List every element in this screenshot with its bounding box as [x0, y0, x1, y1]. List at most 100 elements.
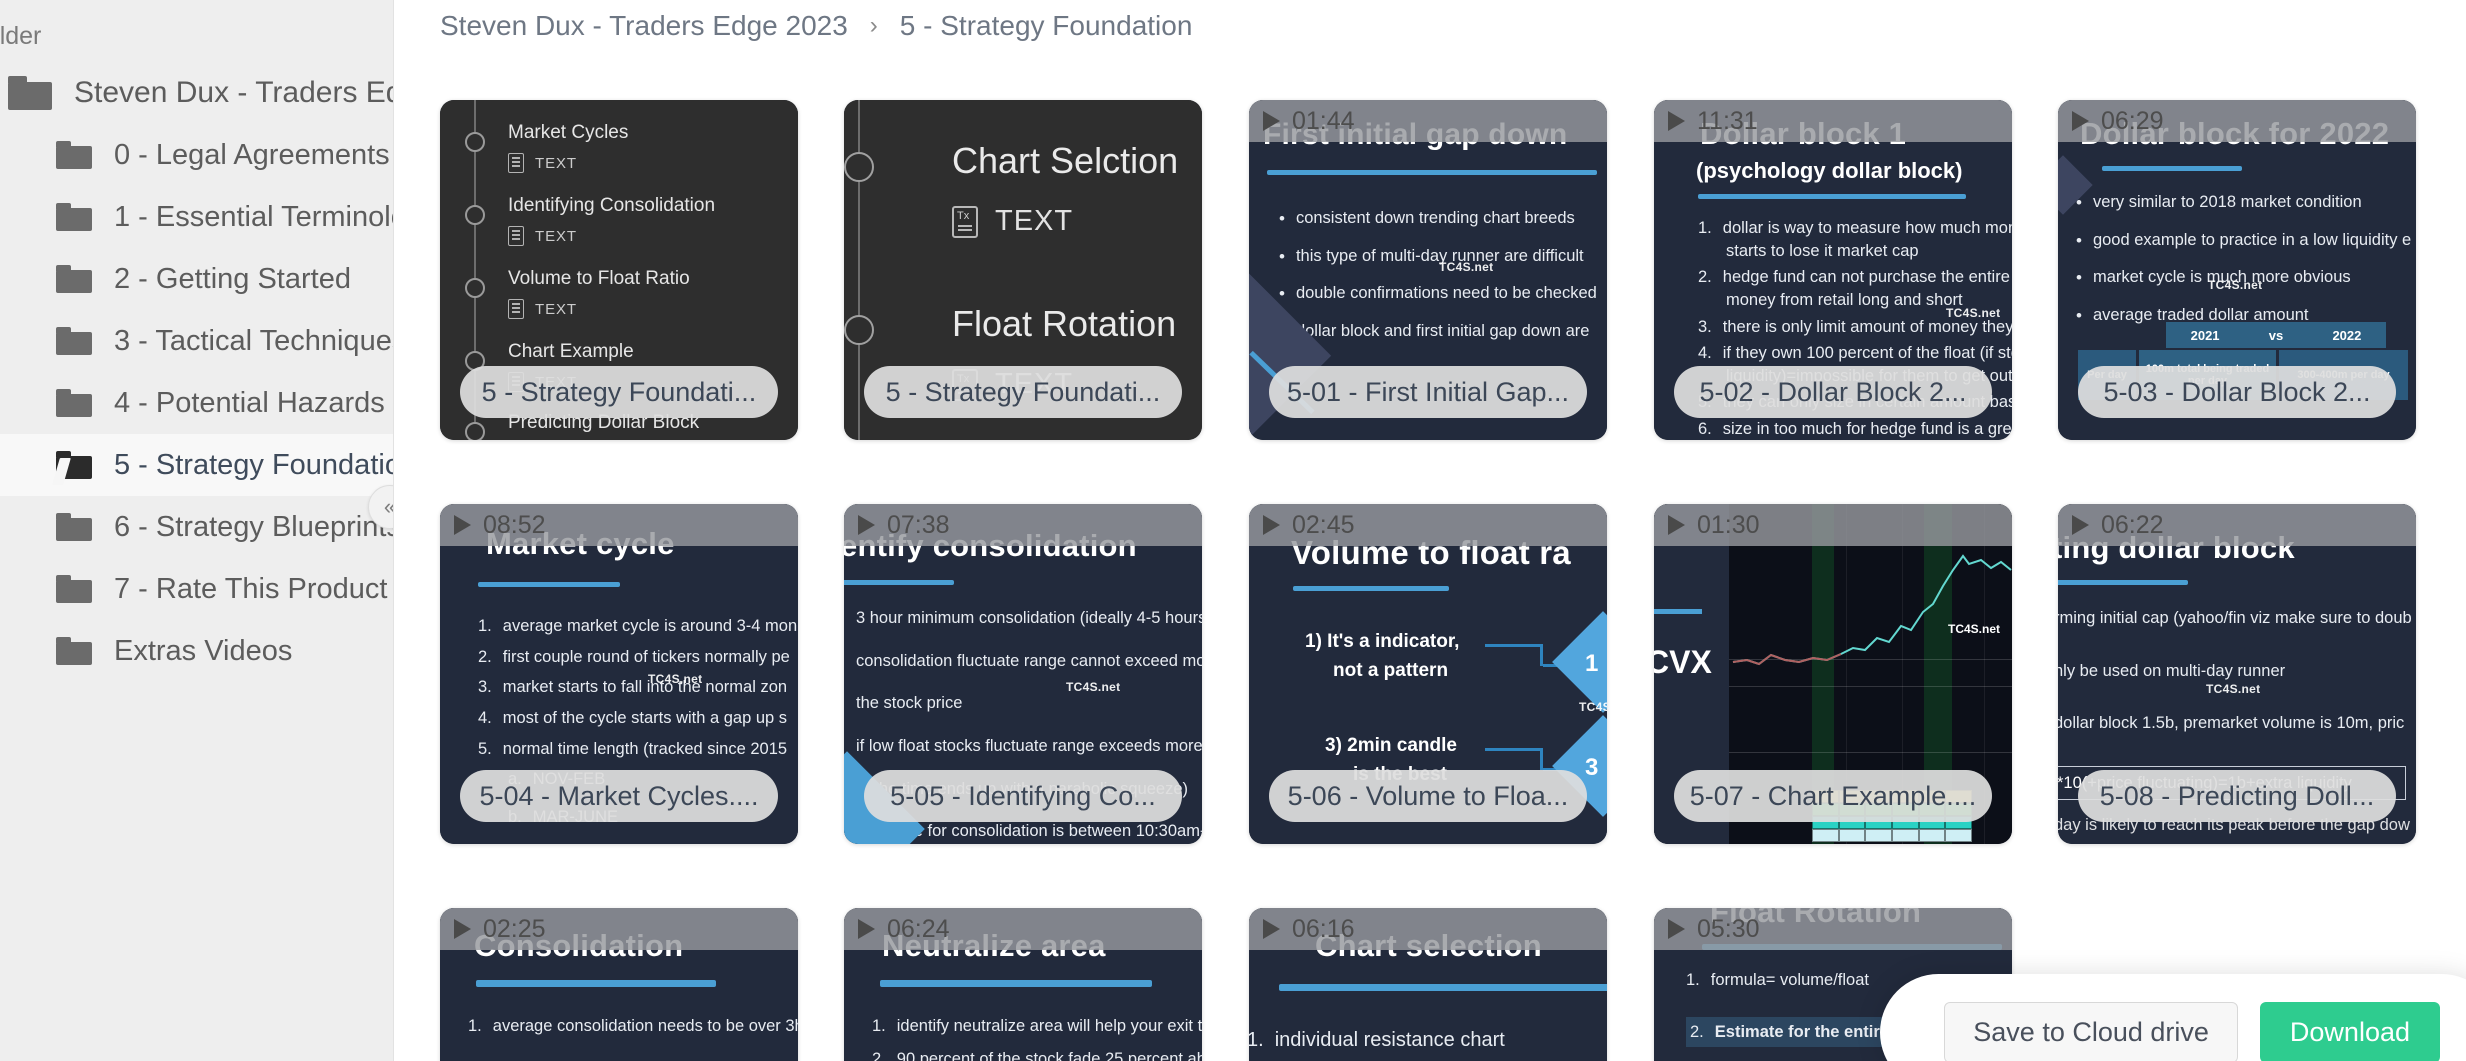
file-card-strategy-foundation-outline[interactable]: Market Cycles TEXT Identifying Consolida…	[440, 100, 798, 440]
file-grid: Market Cycles TEXT Identifying Consolida…	[394, 64, 2466, 1061]
duration-overlay: 08:52	[440, 504, 798, 546]
play-icon	[1668, 515, 1685, 535]
text-entry-title: Chart Selction	[952, 140, 1179, 181]
slide-rule	[1698, 194, 1966, 199]
document-icon	[508, 299, 524, 319]
sidebar-item-4-potential-hazards[interactable]: 4 - Potential Hazards to A	[0, 372, 393, 434]
video-card-consolidation[interactable]: Consolidation 1.average consolidation ne…	[440, 908, 798, 1061]
card-title-pill: 5 - Strategy Foundati...	[460, 366, 778, 418]
duration-overlay: 05:30	[1654, 908, 2012, 950]
play-icon	[454, 919, 471, 939]
card-title-pill: 5 - Strategy Foundati...	[864, 366, 1182, 418]
video-card-5-08-predicting-dollar-block[interactable]: ting dollar block rming initial cap (yah…	[2058, 504, 2416, 844]
folder-icon	[56, 637, 92, 665]
duration-overlay: 02:45	[1249, 504, 1607, 546]
slide-bullet: the stock price	[856, 694, 963, 713]
save-to-cloud-drive-button[interactable]: Save to Cloud drive	[1944, 1002, 2238, 1061]
slide-rule	[1279, 984, 1607, 991]
slide-number-list: 1. individual resistance chart	[1249, 1028, 1505, 1061]
slide-rule	[2058, 580, 2188, 585]
duration-label: 11:31	[1697, 106, 1758, 135]
video-card-5-04-market-cycles[interactable]: Market cycle 1.average market cycle is a…	[440, 504, 798, 844]
folder-icon	[8, 76, 52, 110]
file-browser-app: d folder Steven Dux - Traders Edge 20 0 …	[0, 0, 2466, 1061]
video-card-5-03-dollar-block-2022[interactable]: Dollar block for 2022 •very similar to 2…	[2058, 100, 2416, 440]
slide-bullet: consolidation fluctuate range cannot exc…	[856, 651, 1202, 670]
file-card-strategy-foundation-text[interactable]: Chart Selction TEXT Float Rotation TEXT	[844, 100, 1202, 440]
sidebar-item-1-essential-terminology[interactable]: 1 - Essential Terminology	[0, 186, 393, 248]
sidebar-item-label: 5 - Strategy Foundation	[114, 448, 394, 481]
sidebar-item-0-legal-agreements[interactable]: 0 - Legal Agreements	[0, 124, 393, 186]
card-title-pill: 5-06 - Volume to Floa...	[1269, 770, 1587, 822]
download-button[interactable]: Download	[2259, 1002, 2440, 1061]
slide-rule	[2102, 166, 2242, 171]
card-title-pill: 5-02 - Dollar Block 2...	[1674, 366, 1992, 418]
slide-rule	[1293, 586, 1449, 591]
sidebar-item-label: Steven Dux - Traders Edge 20	[74, 76, 393, 109]
breadcrumb-parent[interactable]: Steven Dux - Traders Edge 2023	[440, 10, 848, 42]
folder-open-icon	[52, 451, 92, 485]
video-card-5-02-dollar-block[interactable]: Dollar block 1 (psychology dollar block)…	[1654, 100, 2012, 440]
duration-overlay: 02:25	[440, 908, 798, 950]
video-card-5-06-volume-to-float[interactable]: Volume to float ra 1) It's a indicator, …	[1249, 504, 1607, 844]
slide-rule	[844, 580, 954, 585]
slide-bullet: 1. identify neutralize area will help you…	[872, 1017, 1202, 1035]
table-row	[1812, 829, 1973, 842]
card-title-pill: 5-07 - Chart Example....	[1674, 770, 1992, 822]
sidebar-item-root-folder[interactable]: Steven Dux - Traders Edge 20	[0, 62, 393, 124]
chevron-double-left-icon: «	[384, 494, 393, 520]
play-icon	[858, 515, 875, 535]
sidebar-item-3-tactical-techniques[interactable]: 3 - Tactical Techniques	[0, 310, 394, 372]
slide-rule	[1267, 170, 1597, 175]
duration-label: 02:45	[1292, 510, 1355, 539]
play-icon	[2072, 111, 2089, 131]
sidebar-item-label: 1 - Essential Terminology	[114, 200, 393, 233]
slide-bullet: • good example to practice in a low liqui…	[2076, 230, 2412, 250]
play-icon	[1263, 515, 1280, 535]
play-icon	[454, 515, 471, 535]
watermark: TC4S.net	[1439, 260, 1494, 274]
video-card-5-05-identifying-consolidation[interactable]: entify consolidation 3 hour minimum cons…	[844, 504, 1202, 844]
grid-row: Market cycle 1.average market cycle is a…	[394, 468, 2466, 872]
slide-bullet: 2. first couple round of tickers normally…	[478, 647, 790, 666]
timeline-node-icon	[844, 152, 874, 182]
document-icon	[508, 153, 524, 173]
duration-overlay: 06:22	[2058, 504, 2416, 546]
video-card-chart-selection[interactable]: Chart selection 1.individual resistance …	[1249, 908, 1607, 1061]
slide-bullet: 1. individual resistance chart	[1249, 1029, 1505, 1051]
sidebar-item-2-getting-started[interactable]: 2 - Getting Started	[0, 248, 393, 310]
sidebar-top-label: d folder	[0, 22, 42, 50]
slide-bullet: 6. size in too much for hedge fund is a g…	[1698, 420, 2012, 438]
slide-bullet: 1. average consolidation needs to be over…	[468, 1017, 798, 1035]
slide-bullet-cont: starts to lose it market cap	[1726, 241, 1919, 260]
duration-label: 02:25	[483, 914, 546, 943]
video-card-neutralize-area[interactable]: Neutralize area 1.identify neutralize ar…	[844, 908, 1202, 1061]
watermark: TC4S.net	[2208, 278, 2263, 292]
outline-entry-name: Chart Example	[508, 341, 634, 362]
play-icon	[2072, 515, 2089, 535]
slide-bullet: • consistent down trending chart breeds	[1279, 209, 1575, 228]
duration-overlay: 01:30	[1654, 504, 2012, 546]
duration-label: 01:30	[1697, 510, 1760, 539]
video-card-5-07-chart-example[interactable]: CVX TC4S.net 01:30 5-07 - Chart Example.…	[1654, 504, 2012, 844]
outline-entry: Identifying Consolidation TEXT	[508, 195, 715, 246]
sidebar-item-label: 7 - Rate This Product	[114, 572, 388, 605]
slide-bullet: 1. average market cycle is around 3-4 mon	[478, 617, 798, 635]
duration-label: 06:29	[2101, 106, 2164, 135]
download-action-popover: Save to Cloud drive Download	[1880, 974, 2466, 1061]
chart-ticker-label: CVX	[1654, 644, 1712, 680]
duration-label: 01:44	[1292, 106, 1355, 135]
breadcrumb-current[interactable]: 5 - Strategy Foundation	[900, 10, 1193, 42]
sidebar-item-5-strategy-foundation[interactable]: 5 - Strategy Foundation	[0, 434, 394, 496]
video-card-5-01-first-initial-gap[interactable]: First initial gap down •consistent down …	[1249, 100, 1607, 440]
outline-entry-name: Market Cycles	[508, 122, 629, 143]
sidebar-item-extras-videos[interactable]: Extras Videos	[0, 620, 393, 682]
sidebar-item-6-strategy-blueprints[interactable]: 6 - Strategy Blueprints	[0, 496, 393, 558]
slide-bullet: 4. most of the cycle starts with a gap up…	[478, 708, 788, 727]
watermark: TC4S.net	[2206, 682, 2261, 696]
sidebar-item-label: 3 - Tactical Techniques	[114, 324, 394, 357]
slide-bullet-list: • consistent down trending chart breeds •…	[1279, 208, 1597, 359]
sidebar-item-7-rate-this-product[interactable]: 7 - Rate This Product	[0, 558, 393, 620]
play-icon	[858, 919, 875, 939]
outline-entry: Market Cycles TEXT	[508, 122, 628, 173]
